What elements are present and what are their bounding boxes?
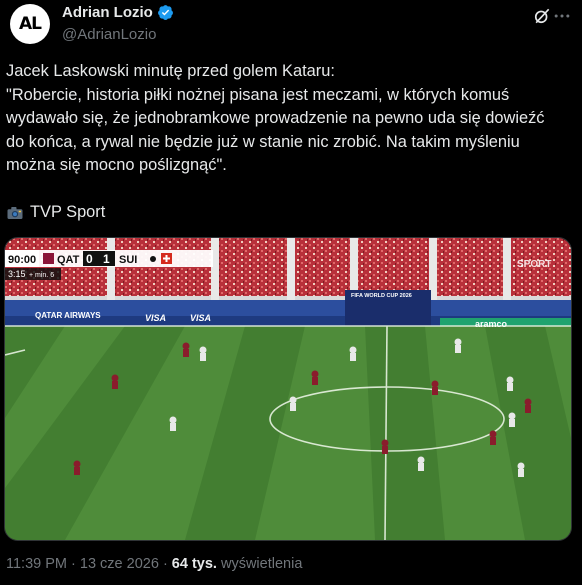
author-display-name[interactable]: Adrian Lozio bbox=[62, 4, 153, 21]
tweet-media-image[interactable]: QATAR AIRWAYS VISA VISA FIFA WORLD CUP 2… bbox=[4, 237, 572, 541]
tweet-source: TVP Sport bbox=[30, 203, 106, 221]
scorebug-home-team: QAT bbox=[57, 254, 80, 266]
more-options-icon[interactable] bbox=[552, 6, 572, 26]
grok-icon[interactable] bbox=[532, 6, 552, 26]
separator-dot: · bbox=[162, 556, 172, 572]
scorebug-added-time: 3:15 bbox=[8, 269, 26, 279]
author-name-row[interactable]: Adrian Lozio bbox=[62, 4, 174, 21]
match-broadcast-image: QATAR AIRWAYS VISA VISA FIFA WORLD CUP 2… bbox=[5, 238, 571, 540]
author-handle[interactable]: @AdrianLozio bbox=[62, 26, 156, 43]
separator-dot: · bbox=[71, 556, 80, 572]
avatar[interactable]: AL bbox=[10, 4, 50, 44]
scorebug-time: 90:00 bbox=[8, 254, 36, 266]
tweet-time[interactable]: 11:39 PM bbox=[6, 556, 67, 572]
ad-board-aramco: aramco bbox=[475, 319, 508, 329]
ad-board-world-cup: FIFA WORLD CUP 2026 bbox=[351, 293, 412, 299]
tweet-source-line: TVP Sport bbox=[6, 203, 105, 222]
tweet-header: AL Adrian Lozio @AdrianLozio bbox=[10, 4, 572, 44]
scorebug-home-score: 0 bbox=[86, 252, 93, 266]
tweet-text: Jacek Laskowski minutę przed golem Katar… bbox=[6, 62, 545, 174]
tweet-date[interactable]: 13 cze 2026 bbox=[80, 556, 159, 572]
scorebug-away-score: 1 bbox=[103, 252, 110, 266]
camera-icon bbox=[7, 206, 23, 219]
ad-board-qatar-airways: QATAR AIRWAYS bbox=[35, 311, 101, 320]
tweet-metadata: 11:39 PM · 13 cze 2026 · 64 tys. wyświet… bbox=[6, 556, 302, 572]
broadcaster-logo: SPORT bbox=[517, 259, 551, 270]
views-count: 64 tys. bbox=[171, 556, 217, 572]
ad-board-visa-1: VISA bbox=[145, 313, 166, 323]
scorebug-away-team: SUI bbox=[119, 254, 137, 266]
scorebug-added-label: + min. 6 bbox=[29, 272, 54, 279]
verified-badge-icon bbox=[157, 5, 173, 20]
views-label: wyświetlenia bbox=[220, 556, 303, 572]
ad-board-visa-2: VISA bbox=[190, 313, 211, 323]
